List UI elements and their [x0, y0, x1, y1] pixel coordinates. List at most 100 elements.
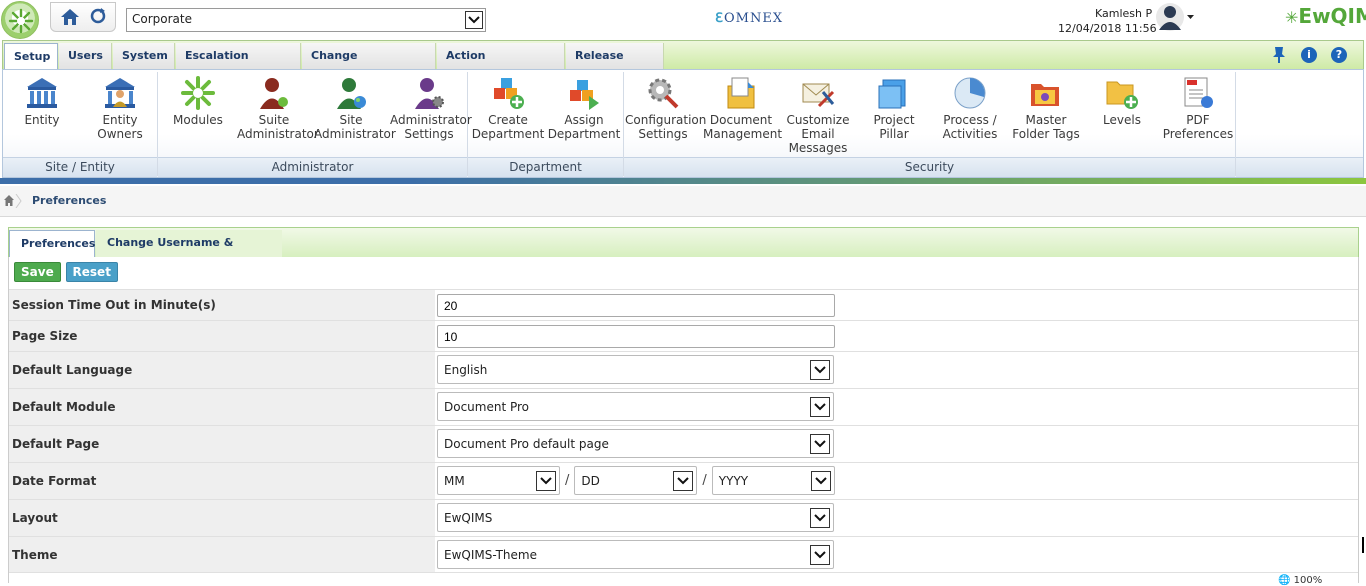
globe-icon: 🌐 [1278, 575, 1291, 586]
date-format-month-select[interactable]: MM [437, 466, 560, 495]
home-icon[interactable] [60, 7, 80, 30]
page-size-input[interactable] [437, 325, 835, 348]
preferences-tabs: Preferences Change Username & Password [8, 227, 1359, 275]
ribbon-group-department: Department [468, 157, 623, 177]
levels-folder-icon [1105, 76, 1139, 110]
ribbon-label: PDF [1186, 113, 1210, 127]
ribbon-label: Entity [102, 113, 138, 127]
ribbon-create-department[interactable]: Create Department [471, 72, 545, 156]
chevron-down-icon [536, 471, 556, 491]
ribbon-configuration-settings[interactable]: Configuration Settings [625, 72, 707, 156]
app-logo[interactable] [1, 1, 39, 39]
ribbon-label: Department [547, 127, 621, 141]
tab-action-management[interactable]: Action Management [437, 43, 565, 88]
ribbon-process-activities[interactable]: Process / Activities [933, 72, 1007, 156]
layout-value: EwQIMS [444, 511, 493, 525]
page-size-field-wrap [437, 325, 835, 348]
default-language-select[interactable]: English [437, 355, 834, 384]
home-refresh-group [50, 2, 116, 32]
building-owner-icon [103, 76, 137, 110]
ribbon-label: Suite [258, 113, 290, 127]
session-timeout-input[interactable] [437, 294, 835, 317]
default-module-label: Default Module [9, 389, 435, 425]
reset-button[interactable]: Reset [65, 262, 118, 282]
ribbon-group-administrator: Administrator [158, 157, 467, 177]
user-avatar-icon [1156, 3, 1194, 31]
default-page-field-wrap: Document Pro default page [437, 429, 834, 458]
starburst-icon [8, 8, 34, 34]
ribbon-master-folder-tags[interactable]: Master Folder Tags [1009, 72, 1083, 156]
ribbon-levels[interactable]: Levels [1085, 72, 1159, 156]
setup-ribbon: Entity Entity Owners Modules Suite Admin… [2, 69, 1364, 178]
layout-field-wrap: EwQIMS [437, 503, 834, 532]
ribbon-suite-administrator[interactable]: Suite Administrator [237, 72, 319, 156]
date-format-year-value: YYYY [718, 474, 749, 488]
help-icon[interactable]: ? [1331, 47, 1347, 63]
ribbon-pdf-preferences[interactable]: PDF Preferences [1161, 72, 1235, 156]
date-format-day-select[interactable]: DD [574, 466, 698, 495]
chevron-down-icon [465, 11, 483, 29]
row-default-module: Default Module Document Pro [9, 388, 1358, 425]
ribbon-label: Settings [404, 127, 454, 141]
tab-system[interactable]: System [113, 43, 175, 71]
layout-select[interactable]: EwQIMS [437, 503, 834, 532]
row-date-format: Date Format MM / DD / YYYY [9, 462, 1358, 499]
tab-users[interactable]: Users [59, 43, 112, 71]
theme-field-wrap: EwQIMS-Theme [437, 540, 834, 569]
date-format-year-select[interactable]: YYYY [711, 466, 835, 495]
ribbon-label: Document [709, 113, 773, 127]
create-department-icon [491, 76, 525, 110]
configuration-icon [646, 76, 680, 110]
default-page-value: Document Pro default page [444, 437, 609, 451]
ribbon-site-administrator[interactable]: Site Administrator [314, 72, 396, 156]
zoom-level[interactable]: 🌐 100% [1278, 575, 1322, 586]
row-theme: Theme EwQIMS-Theme [9, 536, 1358, 573]
refresh-icon[interactable] [89, 7, 107, 28]
theme-select[interactable]: EwQIMS-Theme [437, 540, 834, 569]
default-page-select[interactable]: Document Pro default page [437, 429, 834, 458]
theme-label: Theme [9, 537, 435, 572]
save-button[interactable]: Save [14, 262, 61, 282]
ribbon-label: Email [801, 127, 835, 141]
ribbon-label: Folder Tags [1012, 127, 1080, 141]
row-layout: Layout EwQIMS [9, 499, 1358, 536]
chevron-down-icon [810, 434, 830, 454]
home-icon[interactable] [3, 193, 23, 211]
tab-preferences[interactable]: Preferences [9, 230, 95, 258]
tab-change-management[interactable]: Change Management [302, 43, 436, 88]
info-icon[interactable]: i [1301, 47, 1317, 63]
default-language-value: English [444, 363, 488, 377]
site-admin-icon [334, 76, 368, 110]
ribbon-document-management[interactable]: Document Management [703, 72, 782, 156]
ribbon-project-pillar[interactable]: Project Pillar [857, 72, 931, 156]
tab-release-notes[interactable]: Release Notes [566, 43, 664, 88]
avatar[interactable] [1156, 2, 1194, 32]
theme-value: EwQIMS-Theme [444, 548, 537, 562]
ribbon-label: Process / [943, 113, 997, 127]
ribbon-administrator-settings[interactable]: Administrator Settings [390, 72, 472, 156]
admin-settings-icon [412, 76, 446, 110]
entity-select[interactable]: Corporate [126, 8, 486, 32]
tab-escalation-settings[interactable]: Escalation Settings [176, 43, 301, 88]
date-format-field-wrap: MM / DD / YYYY [437, 466, 835, 495]
ribbon-label: Create [488, 113, 528, 127]
ribbon-entity[interactable]: Entity [9, 72, 75, 156]
chevron-down-icon [810, 508, 830, 528]
pin-icon[interactable] [1271, 46, 1287, 67]
tab-change-username-password[interactable]: Change Username & Password [96, 230, 282, 275]
ribbon-entity-owners[interactable]: Entity Owners [87, 72, 153, 156]
ribbon-customize-email-messages[interactable]: Customize Email Messages [781, 72, 855, 156]
default-module-select[interactable]: Document Pro [437, 392, 834, 421]
ribbon-modules[interactable]: Modules [163, 72, 233, 156]
product-logo: ✳EwQIMS [1285, 4, 1366, 28]
tab-setup[interactable]: Setup [4, 43, 58, 71]
ribbon-label: Owners [97, 127, 143, 141]
ribbon-label: Administrator [390, 113, 472, 127]
row-page-size: Page Size [9, 320, 1358, 351]
ribbon-label: Customize [786, 113, 850, 127]
chevron-down-icon [810, 397, 830, 417]
ribbon-label: Configuration [625, 113, 707, 127]
ribbon-assign-department[interactable]: Assign Department [547, 72, 621, 156]
ribbon-label: Administrator [237, 127, 319, 141]
breadcrumb-current: Preferences [32, 194, 107, 207]
